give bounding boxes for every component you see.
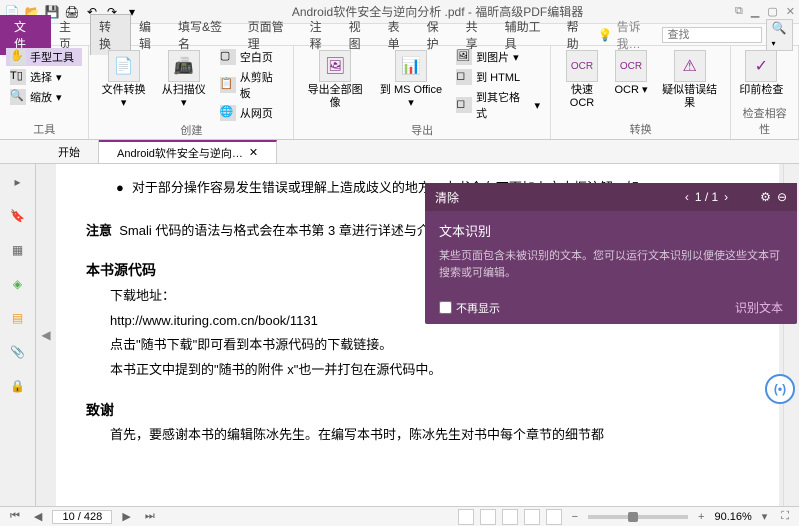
zoom-tool[interactable]: 🔍缩放 ▾	[6, 88, 82, 106]
to-image[interactable]: 🖼到图片 ▾	[452, 48, 544, 66]
last-page-button[interactable]: ⏭	[141, 510, 159, 523]
start-tab[interactable]: 开始	[40, 140, 99, 163]
bookmark-icon[interactable]: 🔖	[8, 206, 28, 226]
zoom-in-button[interactable]: +	[694, 511, 708, 523]
view-mode-3[interactable]	[502, 509, 518, 525]
ocr-notification: 清除 ‹ 1 / 1 › ⚙ ⊖ 文本识别 某些页面包含未被识别的文本。您可以运…	[425, 183, 797, 324]
restore-icon[interactable]: ⧉	[735, 5, 743, 18]
to-other[interactable]: ◻到其它格式 ▾	[452, 88, 544, 122]
gear-icon[interactable]: ⚙	[760, 190, 771, 204]
group-export: 导出	[300, 122, 544, 138]
export-images[interactable]: 🖼导出全部图像	[300, 48, 370, 122]
blank-page[interactable]: ▢空白页	[216, 48, 287, 66]
from-scanner[interactable]: 📠从扫描仪 ▾	[156, 48, 212, 122]
security-icon[interactable]: 🔒	[8, 376, 28, 396]
overlay-title: 文本识别	[439, 221, 783, 240]
to-html[interactable]: ◻到 HTML	[452, 68, 544, 86]
fast-ocr[interactable]: OCR快速OCR	[557, 48, 607, 112]
zoom-out-button[interactable]: −	[568, 511, 582, 523]
group-convert: 转换	[557, 121, 724, 137]
page-input[interactable]	[52, 510, 112, 524]
ocr[interactable]: OCROCR ▾	[611, 48, 651, 112]
next-page-button[interactable]: ▶	[118, 510, 134, 523]
group-create: 创建	[95, 122, 287, 138]
first-page-button[interactable]: ⏮	[6, 510, 24, 523]
view-mode-1[interactable]	[458, 509, 474, 525]
document-tab[interactable]: Android软件安全与逆向…✕	[99, 140, 277, 163]
overlay-desc: 某些页面包含未被识别的文本。您可以运行文本识别以便使这些文本可搜索或可编辑。	[439, 248, 783, 281]
clear-button[interactable]: 清除	[435, 189, 459, 206]
toc-icon[interactable]: ▸	[8, 172, 28, 192]
group-tools: 工具	[6, 121, 82, 137]
select-tool[interactable]: T▯选择 ▾	[6, 68, 82, 86]
hand-tool[interactable]: ✋手型工具	[6, 48, 82, 66]
to-ms-office[interactable]: 📊到 MS Office ▾	[374, 48, 448, 122]
zoom-slider[interactable]	[588, 515, 688, 519]
preflight[interactable]: ✓印前检查	[737, 48, 785, 99]
tab-close-icon[interactable]: ✕	[249, 146, 258, 159]
fullscreen-button[interactable]: ⛶	[777, 510, 793, 523]
zoom-dropdown[interactable]: ▾	[758, 510, 772, 523]
minimize-overlay-icon[interactable]: ⊖	[777, 190, 787, 204]
from-webpage[interactable]: 🌐从网页	[216, 104, 287, 122]
close-icon[interactable]: ✕	[786, 5, 795, 18]
zoom-level: 90.16%	[714, 511, 751, 523]
search-input[interactable]	[662, 27, 762, 43]
ocr-suspect[interactable]: ⚠疑似错误结果	[655, 48, 724, 112]
nav-position: 1 / 1	[695, 190, 718, 204]
prev-page-button[interactable]: ◀	[30, 510, 46, 523]
maximize-icon[interactable]: ▢	[767, 5, 777, 18]
prev-page-arrow[interactable]: ◀	[36, 164, 56, 506]
file-convert[interactable]: 📄文件转换 ▾	[95, 48, 151, 122]
layers-icon[interactable]: ◈	[8, 274, 28, 294]
nav-next-icon[interactable]: ›	[724, 190, 728, 204]
recognize-text-button[interactable]: 识别文本	[735, 299, 783, 316]
pages-icon[interactable]: ▦	[8, 240, 28, 260]
nav-prev-icon[interactable]: ‹	[685, 190, 689, 204]
comments-icon[interactable]: ▤	[8, 308, 28, 328]
view-mode-4[interactable]	[524, 509, 540, 525]
view-mode-2[interactable]	[480, 509, 496, 525]
attachment-icon[interactable]: 📎	[8, 342, 28, 362]
help-bubble[interactable]: (•)	[765, 374, 795, 404]
view-mode-5[interactable]	[546, 509, 562, 525]
group-check: 检查相容性	[737, 105, 792, 137]
minimize-icon[interactable]: ▁	[751, 5, 759, 18]
from-clipboard[interactable]: 📋从剪贴板	[216, 68, 287, 102]
help-bulb-icon[interactable]: 💡	[598, 28, 613, 42]
dont-show-checkbox[interactable]: 不再显示	[439, 300, 500, 316]
